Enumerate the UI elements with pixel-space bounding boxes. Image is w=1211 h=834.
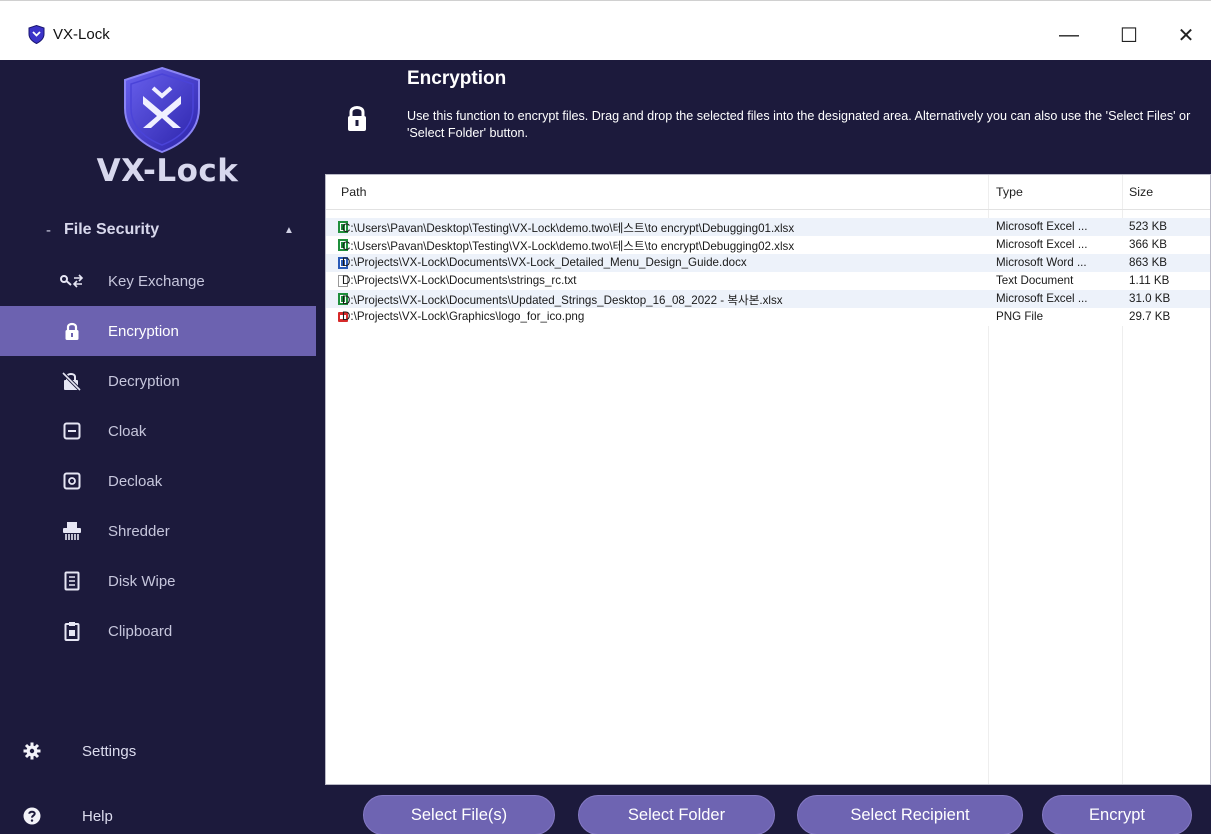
help-icon <box>22 806 42 826</box>
file-security-section-label: File Security <box>64 221 160 238</box>
page-title: Encryption <box>407 68 507 89</box>
file-path: D:\Projects\VX-Lock\Documents\Updated_St… <box>342 294 783 307</box>
padlock-icon <box>348 106 366 131</box>
table-row[interactable]: D:\Projects\VX-Lock\Documents\VX-Lock_De… <box>326 254 1210 272</box>
table-row[interactable]: C:\Users\Pavan\Desktop\Testing\VX-Lock\d… <box>326 218 1210 236</box>
sidebar-item-label: Clipboard <box>108 622 173 640</box>
file-size: 366 KB <box>1129 238 1168 251</box>
select-folder-button[interactable]: Select Folder <box>578 795 775 834</box>
file-size: 31.0 KB <box>1129 292 1171 305</box>
lock-icon <box>60 319 84 343</box>
file-size: 1.11 KB <box>1129 274 1170 287</box>
file-type: Microsoft Excel ... <box>996 220 1088 233</box>
file-size: 523 KB <box>1129 220 1168 233</box>
help-label: Help <box>82 807 113 825</box>
file-type: Microsoft Word ... <box>996 256 1087 269</box>
sidebar-item-clipboard[interactable]: Clipboard <box>0 606 316 656</box>
disk-wipe-icon <box>60 569 84 593</box>
chevron-up-icon: ▲ <box>284 224 294 236</box>
gear-icon <box>22 741 42 761</box>
sidebar-item-decloak[interactable]: Decloak <box>0 456 316 506</box>
page-description: Use this function to encrypt files. Drag… <box>407 109 1191 140</box>
section-collapse-marker: - <box>46 221 51 239</box>
select-recipient-button[interactable]: Select Recipient <box>797 795 1023 834</box>
file-type: PNG File <box>996 310 1044 323</box>
logo-text: VX-Lock <box>96 153 239 189</box>
sidebar: VX-Lock - File Security ▲ Key Exchange E… <box>0 60 320 834</box>
app-shield-icon <box>28 25 45 44</box>
table-row[interactable]: C:\Users\Pavan\Desktop\Testing\VX-Lock\d… <box>326 236 1210 254</box>
key-exchange-icon <box>60 269 84 293</box>
settings-button[interactable]: Settings <box>0 729 320 773</box>
cloak-icon <box>60 419 84 443</box>
file-path: C:\Users\Pavan\Desktop\Testing\VX-Lock\d… <box>342 222 795 235</box>
help-button[interactable]: Help <box>0 794 320 834</box>
decloak-icon <box>60 469 84 493</box>
maximize-button[interactable]: ☐ <box>1106 15 1152 55</box>
column-header-path[interactable]: Path <box>341 185 367 199</box>
sidebar-item-label: Shredder <box>108 522 170 540</box>
table-row[interactable]: D:\Projects\VX-Lock\Documents\Updated_St… <box>326 290 1210 308</box>
sidebar-item-label: Disk Wipe <box>108 572 176 590</box>
sidebar-item-label: Encryption <box>108 322 179 340</box>
file-type: Microsoft Excel ... <box>996 238 1088 251</box>
column-header-type[interactable]: Type <box>996 185 1023 199</box>
close-icon: ✕ <box>1177 24 1195 47</box>
file-drop-area[interactable]: Path Type Size C:\Users\Pavan\Desktop\Te… <box>325 174 1211 785</box>
encrypt-button[interactable]: Encrypt <box>1042 795 1192 834</box>
sidebar-item-label: Cloak <box>108 422 147 440</box>
sidebar-item-disk-wipe[interactable]: Disk Wipe <box>0 556 316 606</box>
unlock-icon <box>60 369 84 393</box>
maximize-icon: ☐ <box>1120 24 1138 47</box>
close-button[interactable]: ✕ <box>1163 15 1209 55</box>
sidebar-item-label: Key Exchange <box>108 272 205 290</box>
sidebar-item-label: Decryption <box>108 372 180 390</box>
file-path: D:\Projects\VX-Lock\Documents\strings_rc… <box>342 274 577 287</box>
settings-label: Settings <box>82 742 137 760</box>
sidebar-item-encryption[interactable]: Encryption <box>0 306 316 356</box>
minimize-button[interactable]: — <box>1046 15 1092 55</box>
sidebar-item-key-exchange[interactable]: Key Exchange <box>0 256 316 306</box>
clipboard-icon <box>60 619 84 643</box>
sidebar-item-label: Decloak <box>108 472 163 490</box>
file-security-section-toggle[interactable]: - File Security ▲ <box>0 210 320 250</box>
table-row[interactable]: D:\Projects\VX-Lock\Documents\strings_rc… <box>326 272 1210 290</box>
file-path: D:\Projects\VX-Lock\Documents\VX-Lock_De… <box>342 256 747 269</box>
title-bar: VX-Lock — ☐ ✕ <box>0 0 1211 60</box>
sidebar-item-decryption[interactable]: Decryption <box>0 356 316 406</box>
file-path: D:\Projects\VX-Lock\Graphics\logo_for_ic… <box>342 310 585 323</box>
file-size: 29.7 KB <box>1129 310 1171 323</box>
sidebar-item-cloak[interactable]: Cloak <box>0 406 316 456</box>
table-row[interactable]: D:\Projects\VX-Lock\Graphics\logo_for_ic… <box>326 308 1210 326</box>
file-type: Microsoft Excel ... <box>996 292 1088 305</box>
page-header: Encryption Use this function to encrypt … <box>320 60 1211 172</box>
file-type: Text Document <box>996 274 1074 287</box>
window-title: VX-Lock <box>53 26 110 43</box>
column-header-size[interactable]: Size <box>1129 185 1153 199</box>
header-divider <box>326 209 1210 210</box>
sidebar-item-shredder[interactable]: Shredder <box>0 506 316 556</box>
app-window: VX-Lock — ☐ ✕ VX-Lock - File Security ▲ <box>0 0 1211 834</box>
minimize-icon: — <box>1059 23 1079 46</box>
file-path: C:\Users\Pavan\Desktop\Testing\VX-Lock\d… <box>342 240 795 253</box>
vx-lock-logo-icon <box>124 66 200 154</box>
file-size: 863 KB <box>1129 256 1168 269</box>
shredder-icon <box>60 519 84 543</box>
select-files-button[interactable]: Select File(s) <box>363 795 555 834</box>
